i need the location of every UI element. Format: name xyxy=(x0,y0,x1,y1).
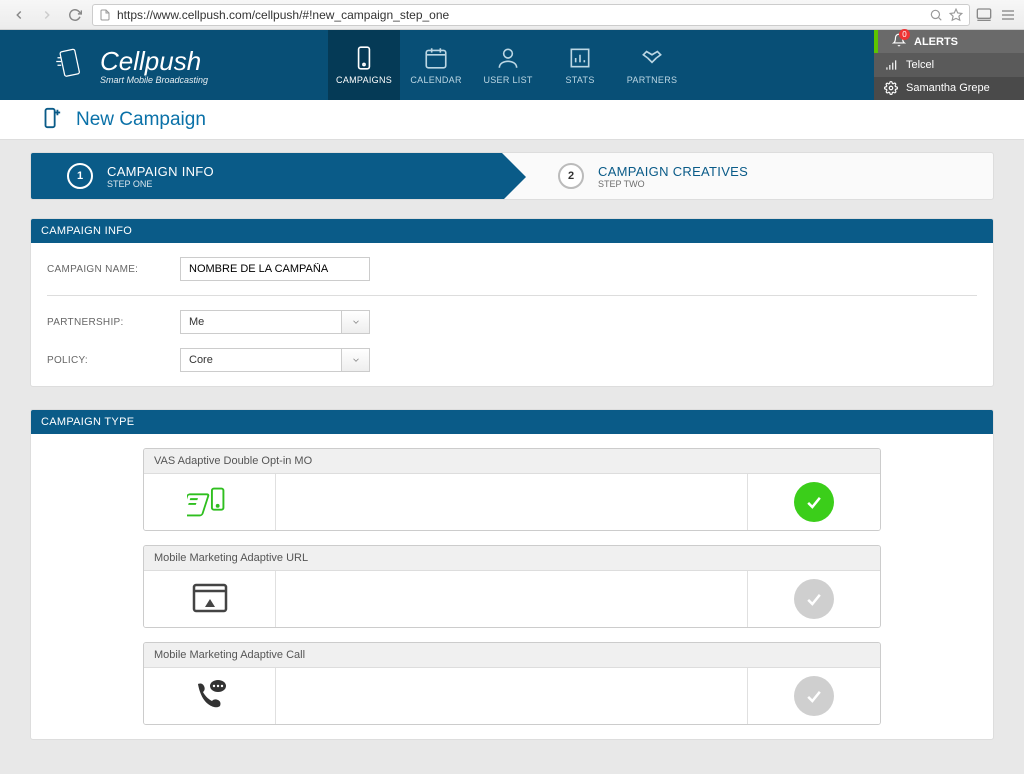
logo-text: Cellpush xyxy=(100,46,208,77)
nav-label: CALENDAR xyxy=(410,75,461,85)
forward-button[interactable] xyxy=(36,4,58,26)
nav-campaigns[interactable]: CAMPAIGNS xyxy=(328,30,400,100)
logo-tagline: Smart Mobile Broadcasting xyxy=(100,75,208,85)
menu-icon[interactable] xyxy=(1000,7,1016,23)
panel-header: CAMPAIGN INFO xyxy=(31,219,993,243)
call-icon xyxy=(144,668,276,724)
calendar-icon xyxy=(423,45,449,71)
policy-label: POLICY: xyxy=(47,355,162,366)
campaign-info-panel: CAMPAIGN INFO CAMPAIGN NAME: PARTNERSHIP… xyxy=(30,218,994,387)
alert-badge: 0 xyxy=(899,29,910,40)
nav-stats[interactable]: STATS xyxy=(544,30,616,100)
check-icon xyxy=(794,676,834,716)
handshake-icon xyxy=(639,45,665,71)
campaign-type-option[interactable]: VAS Adaptive Double Opt-in MO xyxy=(143,448,881,531)
phone-icon xyxy=(351,45,377,71)
partnership-label: PARTNERSHIP: xyxy=(47,317,162,328)
search-icon[interactable] xyxy=(929,8,943,22)
signal-icon xyxy=(884,58,898,72)
user-row[interactable]: Samantha Grepe xyxy=(874,77,1024,100)
policy-select[interactable]: Core xyxy=(180,348,370,372)
step-wizard: 1 CAMPAIGN INFO STEP ONE 2 CAMPAIGN CREA… xyxy=(30,152,994,200)
phone-plus-icon xyxy=(40,107,62,132)
type-label: Mobile Marketing Adaptive Call xyxy=(144,643,880,668)
partnership-select[interactable]: Me xyxy=(180,310,370,334)
nav-label: STATS xyxy=(565,75,594,85)
campaign-type-panel: CAMPAIGN TYPE VAS Adaptive Double Opt-in… xyxy=(30,409,994,740)
page-title-bar: New Campaign xyxy=(0,100,1024,140)
url-text: https://www.cellpush.com/cellpush/#!new_… xyxy=(117,8,923,22)
check-icon xyxy=(794,579,834,619)
devices-icon[interactable] xyxy=(976,7,992,23)
stats-icon xyxy=(567,45,593,71)
select-value: Core xyxy=(181,354,341,366)
step-one[interactable]: 1 CAMPAIGN INFO STEP ONE xyxy=(31,153,502,199)
separator xyxy=(47,295,977,296)
campaign-type-option[interactable]: Mobile Marketing Adaptive URL xyxy=(143,545,881,628)
campaign-type-option[interactable]: Mobile Marketing Adaptive Call xyxy=(143,642,881,725)
campaign-name-input[interactable] xyxy=(180,257,370,281)
url-icon xyxy=(144,571,276,627)
app-header: Cellpush Smart Mobile Broadcasting CAMPA… xyxy=(0,30,1024,100)
panel-header: CAMPAIGN TYPE xyxy=(31,410,993,434)
nav-calendar[interactable]: CALENDAR xyxy=(400,30,472,100)
select-value: Me xyxy=(181,316,341,328)
step-title: CAMPAIGN CREATIVES xyxy=(598,164,748,179)
nav-label: PARTNERS xyxy=(627,75,678,85)
campaign-name-label: CAMPAIGN NAME: xyxy=(47,264,162,275)
star-icon[interactable] xyxy=(949,8,963,22)
chevron-down-icon xyxy=(341,349,369,371)
carrier-label: Telcel xyxy=(906,59,934,71)
page-title: New Campaign xyxy=(76,109,206,131)
step-subtitle: STEP ONE xyxy=(107,179,214,189)
step-title: CAMPAIGN INFO xyxy=(107,164,214,179)
username-label: Samantha Grepe xyxy=(906,82,990,94)
bell-icon: 0 xyxy=(892,33,906,50)
gear-icon xyxy=(884,81,898,95)
nav-partners[interactable]: PARTNERS xyxy=(616,30,688,100)
reload-button[interactable] xyxy=(64,4,86,26)
step-number: 1 xyxy=(67,163,93,189)
alerts-row[interactable]: 0 ALERTS xyxy=(874,30,1024,53)
browser-toolbar: https://www.cellpush.com/cellpush/#!new_… xyxy=(0,0,1024,30)
page-icon xyxy=(99,9,111,21)
carrier-row[interactable]: Telcel xyxy=(874,53,1024,76)
step-number: 2 xyxy=(558,163,584,189)
nav-label: USER LIST xyxy=(483,75,532,85)
back-button[interactable] xyxy=(8,4,30,26)
step-two[interactable]: 2 CAMPAIGN CREATIVES STEP TWO xyxy=(502,153,993,199)
step-subtitle: STEP TWO xyxy=(598,179,748,189)
address-bar[interactable]: https://www.cellpush.com/cellpush/#!new_… xyxy=(92,4,970,26)
alert-stripe xyxy=(874,30,878,53)
main-nav: CAMPAIGNS CALENDAR USER LIST STATS PARTN… xyxy=(328,30,688,100)
vas-icon xyxy=(144,474,276,530)
type-label: Mobile Marketing Adaptive URL xyxy=(144,546,880,571)
logo[interactable]: Cellpush Smart Mobile Broadcasting xyxy=(50,44,208,87)
type-label: VAS Adaptive Double Opt-in MO xyxy=(144,449,880,474)
check-icon xyxy=(794,482,834,522)
logo-icon xyxy=(50,44,90,87)
side-panel: 0 ALERTS Telcel Samantha Grepe xyxy=(874,30,1024,100)
user-icon xyxy=(495,45,521,71)
chevron-down-icon xyxy=(341,311,369,333)
nav-userlist[interactable]: USER LIST xyxy=(472,30,544,100)
alerts-label: ALERTS xyxy=(914,36,958,48)
nav-label: CAMPAIGNS xyxy=(336,75,392,85)
